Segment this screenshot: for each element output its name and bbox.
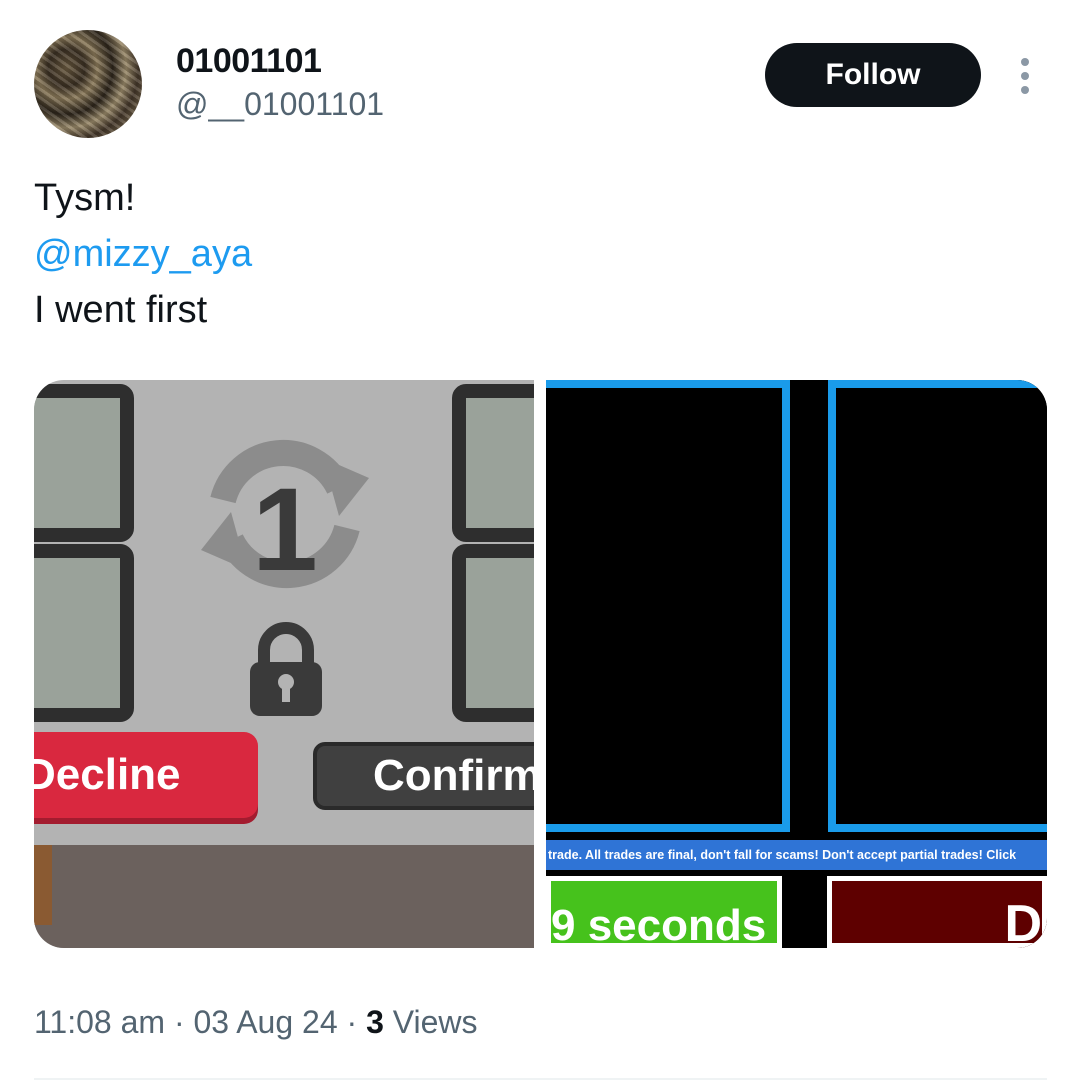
author-display-name[interactable]: 01001101: [176, 42, 322, 81]
trade-slot: [452, 384, 534, 542]
decline-box: D: [827, 876, 1047, 948]
more-options-icon[interactable]: [1012, 58, 1038, 94]
trade-warning-banner: trade. All trades are final, don't fall …: [546, 840, 1047, 870]
tweet-media: 1 Decline Confirm trade. All trades are …: [34, 380, 1047, 948]
mention-link[interactable]: @mizzy_aya: [34, 226, 252, 282]
meta-separator: ·: [346, 1004, 358, 1040]
avatar[interactable]: [34, 30, 142, 138]
tweet-text: Tysm! @mizzy_aya I went first: [34, 170, 252, 338]
views-label: Views: [392, 1004, 478, 1040]
trade-count: 1: [252, 464, 318, 590]
tweet-line-3: I went first: [34, 289, 208, 331]
media-image-right[interactable]: trade. All trades are final, don't fall …: [546, 380, 1047, 948]
media-image-left[interactable]: 1 Decline Confirm: [34, 380, 534, 948]
tweet-line-1: Tysm!: [34, 177, 136, 219]
confirm-button: Confirm: [313, 742, 534, 810]
lock-icon: [250, 622, 322, 716]
trade-slot: [34, 544, 134, 722]
timer-box: 9 seconds: [546, 876, 782, 948]
divider: [34, 1078, 1047, 1080]
follow-button[interactable]: Follow: [765, 43, 981, 107]
trade-cell: [546, 380, 790, 832]
trade-slot: [452, 544, 534, 722]
floor-texture: [34, 845, 534, 948]
views-count: 3: [366, 1004, 384, 1040]
tweet-date[interactable]: 03 Aug 24: [193, 1004, 337, 1040]
trade-cell: [828, 380, 1047, 832]
decline-button: Decline: [34, 732, 258, 818]
trade-refresh-icon: 1: [201, 439, 369, 590]
tweet-time[interactable]: 11:08 am: [34, 1004, 165, 1040]
meta-separator: ·: [173, 1004, 185, 1040]
author-handle[interactable]: @__01001101: [176, 86, 384, 123]
trade-slot: [34, 384, 134, 542]
tweet-meta: 11:08 am · 03 Aug 24 · 3 Views: [34, 1004, 478, 1041]
